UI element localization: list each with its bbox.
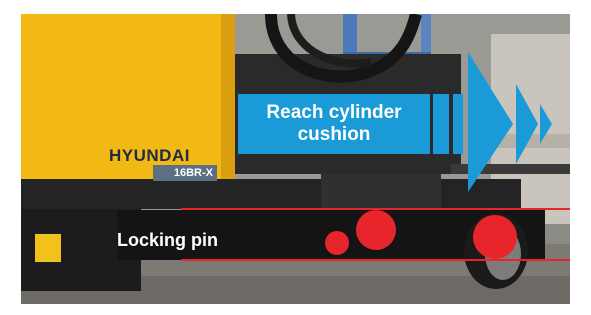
photo-frame: HYUNDAI 16BR-X Reach cylinder cushion Lo…: [21, 14, 570, 304]
locking-pin-callout: [181, 208, 570, 261]
pin-marker-medium: [356, 210, 396, 250]
pin-marker-small: [325, 231, 349, 255]
pin-marker-large: [473, 215, 517, 259]
locking-pin-label: Locking pin: [117, 230, 218, 250]
